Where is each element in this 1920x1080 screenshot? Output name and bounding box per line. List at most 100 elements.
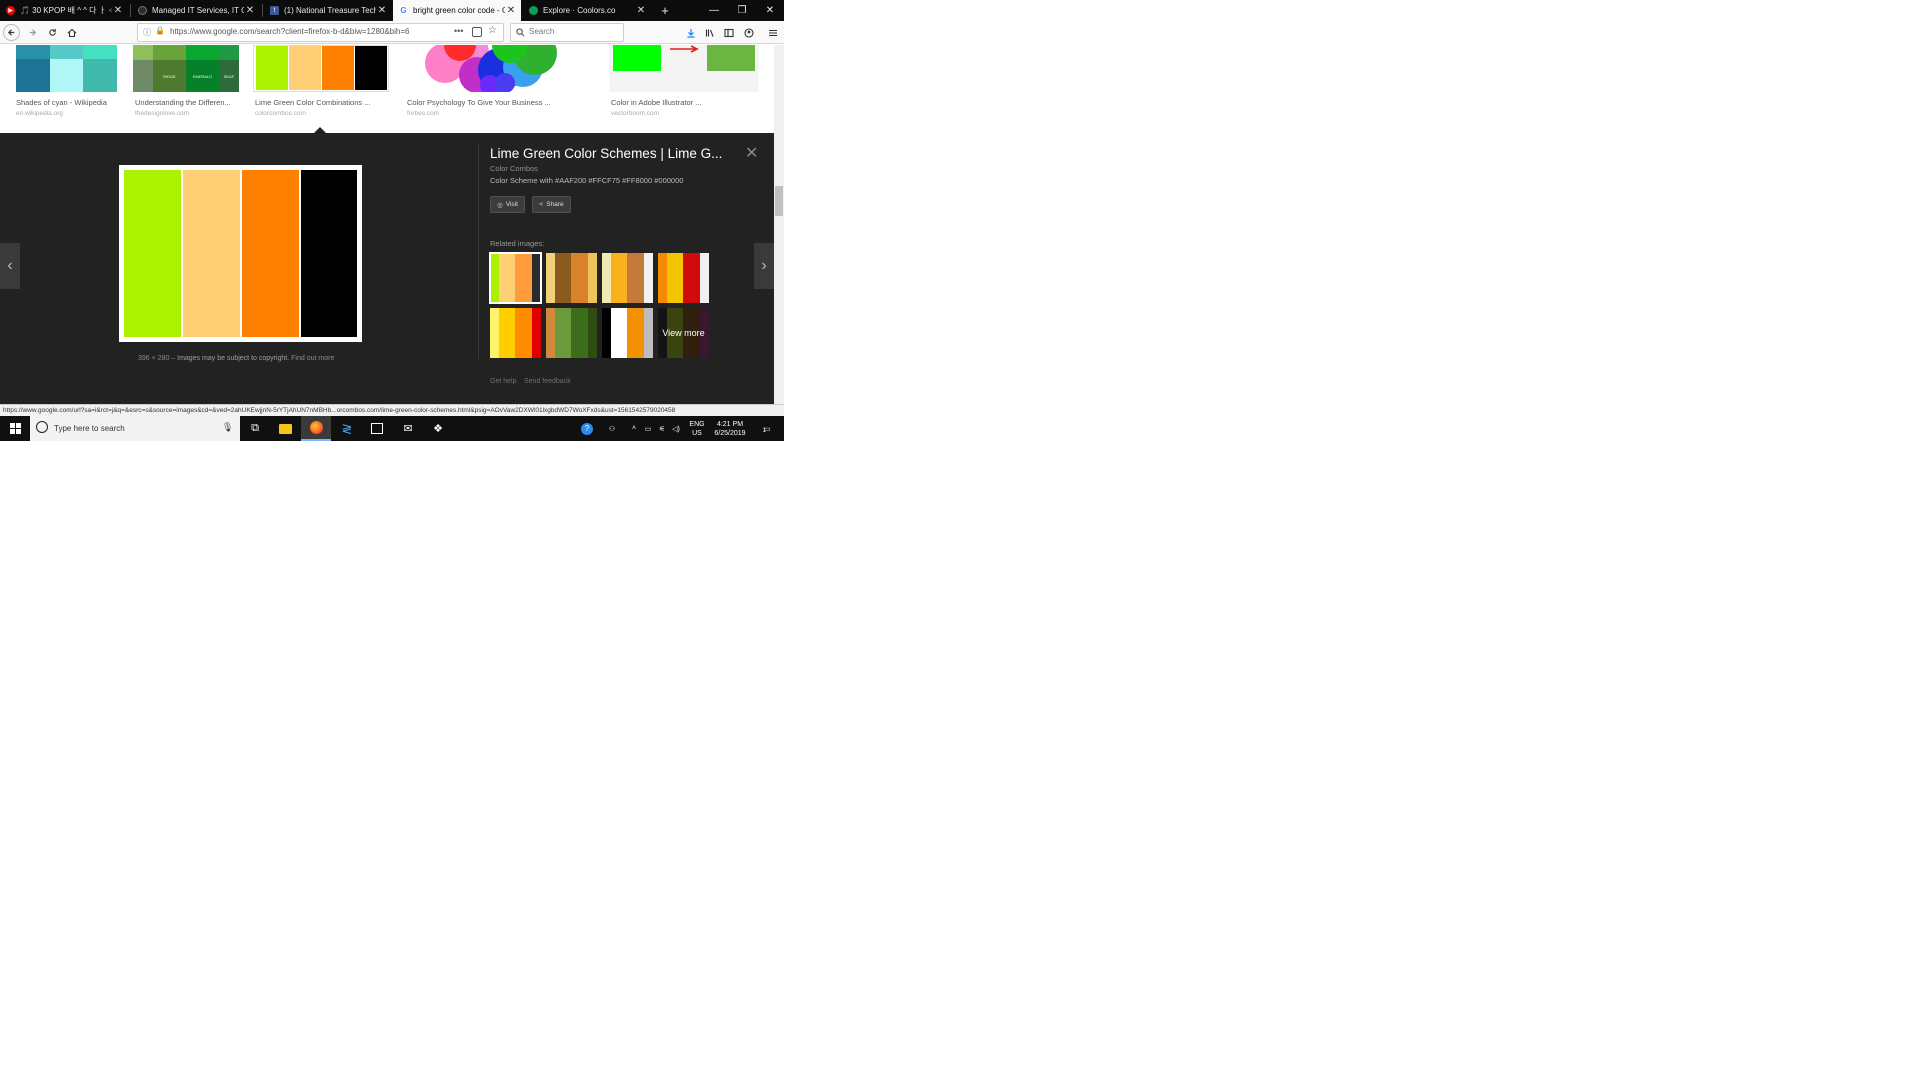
mail-taskbar-button[interactable]: ✉: [393, 416, 423, 441]
next-image-button[interactable]: ›: [754, 243, 774, 289]
file-explorer-button[interactable]: [270, 416, 300, 441]
get-help-link[interactable]: Get help: [490, 378, 516, 385]
home-icon: [67, 28, 76, 37]
red-arrow-icon: [670, 45, 699, 53]
action-center-button[interactable]: ▭ 1: [756, 416, 774, 441]
reload-button[interactable]: [44, 24, 61, 41]
related-image[interactable]: [489, 252, 542, 304]
chevron-right-icon: ›: [761, 257, 767, 274]
related-swatch: [587, 308, 597, 358]
close-tab-icon[interactable]: ✕: [376, 5, 388, 16]
preview-image[interactable]: [119, 165, 362, 342]
visit-button[interactable]: ◎ Visit: [490, 196, 525, 213]
page-actions-icon[interactable]: •••: [454, 26, 463, 36]
menu-button[interactable]: [764, 24, 781, 41]
sidebar-button[interactable]: [720, 24, 737, 41]
bookmark-star-icon[interactable]: ☆: [488, 25, 497, 36]
close-tab-icon[interactable]: ✕: [112, 5, 124, 16]
related-image[interactable]: [546, 308, 597, 358]
related-swatch: [546, 308, 556, 358]
image-meta: 396 × 280 – Images may be subject to cop…: [138, 355, 335, 362]
result-title[interactable]: Shades of cyan - Wikipedia: [16, 98, 107, 107]
battery-icon[interactable]: ▭: [642, 416, 654, 441]
restore-button[interactable]: ❐: [728, 0, 756, 21]
language-indicator[interactable]: ENG US: [686, 416, 708, 441]
result-title[interactable]: Lime Green Color Combinations ...: [255, 98, 370, 107]
related-image[interactable]: [546, 253, 597, 303]
related-image[interactable]: [602, 253, 653, 303]
page-scrollbar[interactable]: [774, 45, 784, 404]
clock[interactable]: 4:21 PM 6/25/2019: [710, 416, 750, 441]
close-tab-icon[interactable]: ✕: [505, 5, 517, 16]
related-swatch: [499, 308, 516, 358]
microphone-icon[interactable]: 🎙: [222, 422, 233, 433]
share-button[interactable]: < Share: [532, 196, 571, 213]
result-source: vectorboom.com: [611, 110, 660, 117]
related-swatch: [531, 308, 541, 358]
minimize-button[interactable]: —: [700, 0, 728, 21]
task-view-button[interactable]: ⧉: [240, 416, 270, 441]
lock-icon[interactable]: 🔒: [155, 26, 165, 35]
dropbox-taskbar-button[interactable]: ❖: [423, 416, 453, 441]
scrollbar-thumb[interactable]: [775, 186, 783, 216]
tab-coolors[interactable]: Explore · Coolors.co ✕: [523, 0, 651, 21]
back-button[interactable]: [3, 24, 20, 41]
related-swatch: [490, 308, 500, 358]
pocket-icon[interactable]: [472, 27, 482, 37]
result-image[interactable]: RIDGE EMERALD SEAF: [133, 45, 239, 92]
result-title[interactable]: Understanding the Differen...: [135, 98, 231, 107]
clock-date: 6/25/2019: [714, 429, 746, 437]
address-bar[interactable]: ⓘ 🔒 https://www.google.com/search?client…: [137, 23, 504, 42]
taskbar-search-box[interactable]: Type here to search 🎙: [30, 416, 240, 441]
preview-site[interactable]: Color Combos: [490, 164, 538, 173]
people-icon[interactable]: ⚇: [604, 416, 620, 441]
network-icon[interactable]: ⚟: [656, 416, 668, 441]
related-image[interactable]: [602, 308, 653, 358]
related-image[interactable]: [490, 308, 541, 358]
store-icon: [371, 423, 383, 434]
swatch-light-orange: [183, 170, 240, 337]
result-title[interactable]: Color in Adobe Illustrator ...: [611, 98, 701, 107]
info-icon[interactable]: ⓘ: [143, 27, 151, 38]
downloads-button[interactable]: [682, 24, 699, 41]
related-swatch: [611, 308, 628, 358]
tab-facebook[interactable]: f (1) National Treasure Technol ✕: [264, 0, 392, 21]
previous-image-button[interactable]: ‹: [0, 243, 20, 289]
tab-managed-it[interactable]: Managed IT Services, IT Con ✕: [132, 0, 260, 21]
volume-icon[interactable]: ◁): [670, 416, 682, 441]
result-title[interactable]: Color Psychology To Give Your Business .…: [407, 98, 551, 107]
close-window-button[interactable]: ✕: [756, 0, 784, 21]
view-more-tile[interactable]: View more: [658, 308, 709, 358]
vscode-taskbar-button[interactable]: ≷: [332, 416, 362, 441]
home-button[interactable]: [63, 24, 80, 41]
tab-title: (1) National Treasure Technol: [284, 6, 376, 15]
tab-google-search[interactable]: G bright green color code - Go ✕: [393, 0, 521, 21]
search-bar[interactable]: Search: [510, 23, 624, 42]
firefox-taskbar-button[interactable]: [301, 416, 331, 441]
related-image[interactable]: [658, 253, 709, 303]
close-tab-icon[interactable]: ✕: [635, 5, 647, 16]
sidebar-icon: [723, 28, 734, 37]
preview-pointer: [314, 127, 326, 133]
store-taskbar-button[interactable]: [362, 416, 392, 441]
close-tab-icon[interactable]: ✕: [244, 5, 256, 16]
preview-title[interactable]: Lime Green Color Schemes | Lime G...: [490, 146, 730, 161]
panel-divider: [478, 143, 479, 359]
tab-kpop[interactable]: ▶ 🎵 30 KPOP 배 ^ ^ 다 ㅏ ◁× ✕: [0, 0, 128, 21]
forward-button[interactable]: [24, 24, 41, 41]
find-out-more-link[interactable]: Find out more: [291, 355, 334, 362]
account-button[interactable]: [740, 24, 757, 41]
share-icon: <: [539, 201, 544, 208]
result-image[interactable]: [16, 45, 117, 92]
navigation-toolbar: ⓘ 🔒 https://www.google.com/search?client…: [0, 21, 784, 44]
start-button[interactable]: [0, 416, 30, 441]
help-tray-icon[interactable]: ?: [578, 416, 596, 441]
result-image[interactable]: [609, 45, 759, 92]
result-image[interactable]: [405, 45, 595, 92]
new-tab-button[interactable]: +: [651, 0, 679, 21]
chevron-up-icon[interactable]: ˄: [628, 416, 640, 441]
result-image[interactable]: [253, 45, 389, 92]
send-feedback-link[interactable]: Send feedback: [524, 378, 571, 385]
close-preview-button[interactable]: ✕: [745, 143, 758, 163]
library-button[interactable]: [701, 24, 718, 41]
